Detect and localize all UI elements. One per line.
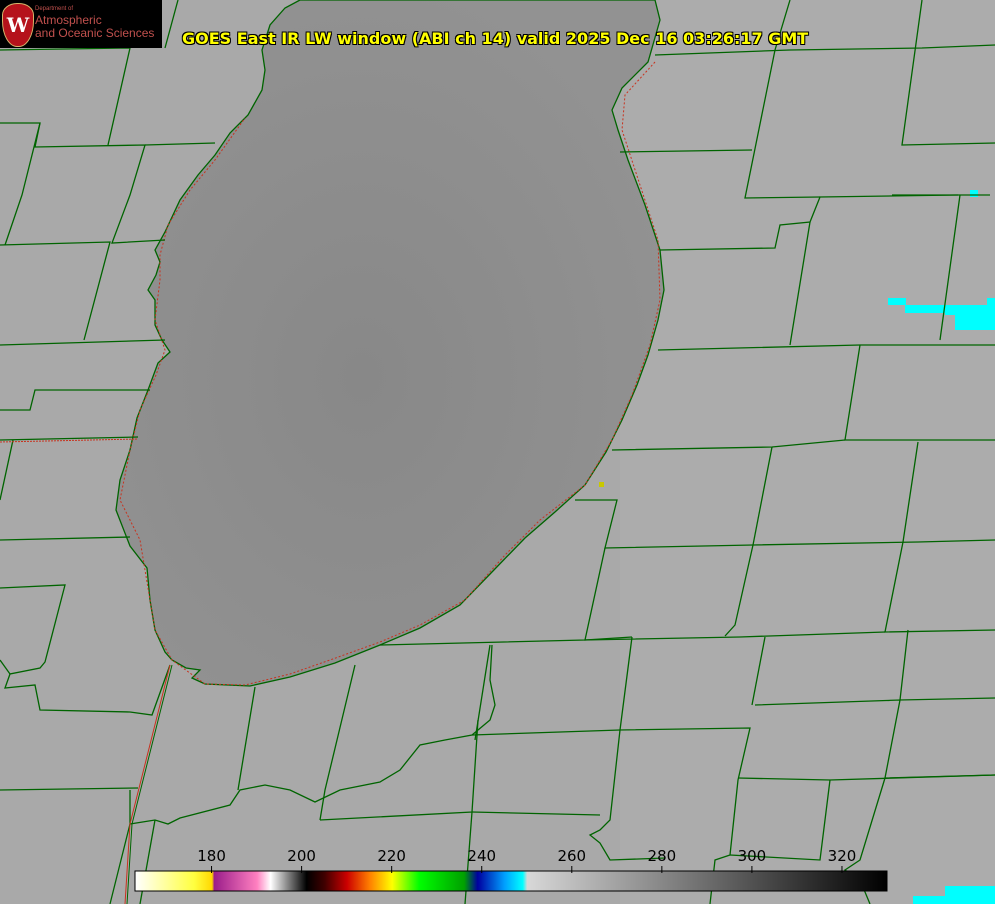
land-haze-east	[620, 0, 995, 904]
uw-aos-logo: W Department of Atmospheric and Oceanic …	[0, 0, 162, 48]
image-title: GOES East IR LW window (ABI ch 14) valid…	[182, 29, 809, 48]
colorbar-tick-label: 240	[467, 847, 497, 865]
colorbar-tick-label: 280	[647, 847, 677, 865]
station-marker	[599, 482, 604, 487]
colorbar-tick-label: 220	[377, 847, 406, 865]
colorbar-tick-label: 320	[827, 847, 857, 865]
colorbar-tick-label: 180	[197, 847, 226, 865]
colorbar-tick-label: 260	[557, 847, 587, 865]
uw-seal-icon: W	[2, 3, 34, 47]
logo-department: Department of	[35, 6, 74, 12]
satellite-map	[0, 0, 995, 904]
colorbar-tick-label: 200	[287, 847, 316, 865]
logo-line-2: and Oceanic Sciences	[35, 26, 155, 40]
colorbar-tick-label: 300	[737, 847, 767, 865]
